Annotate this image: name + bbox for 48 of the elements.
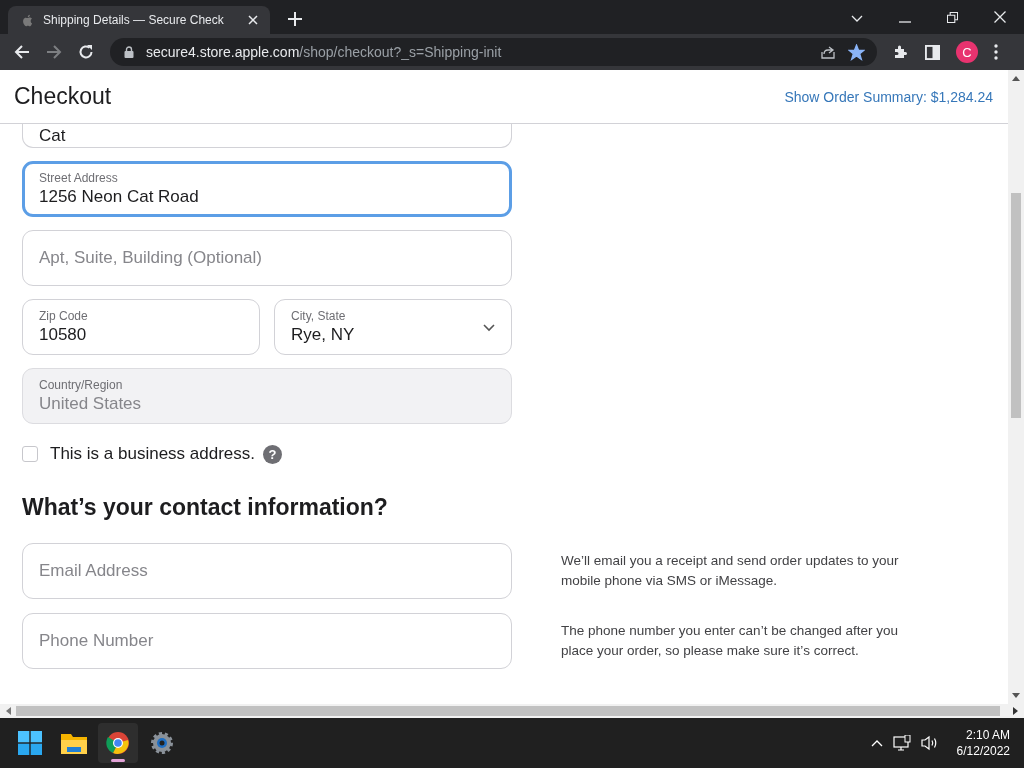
input-field[interactable]: Apt, Suite, Building (Optional) xyxy=(22,230,512,286)
input-field[interactable]: Street Address 1256 Neon Cat Road xyxy=(22,161,512,217)
order-summary-link[interactable]: Show Order Summary: $1,284.24 xyxy=(784,88,993,105)
back-icon[interactable] xyxy=(14,44,30,60)
scroll-left-icon[interactable] xyxy=(6,707,11,715)
profile-avatar[interactable]: C xyxy=(956,41,978,63)
help-button[interactable]: ? xyxy=(263,444,283,464)
input-field[interactable]: Email Address xyxy=(22,543,512,599)
vertical-scrollbar[interactable] xyxy=(1008,70,1024,704)
plus-icon[interactable] xyxy=(288,12,302,26)
scroll-up-icon[interactable] xyxy=(1012,76,1020,81)
scroll-down-icon[interactable] xyxy=(1012,693,1020,698)
browser-tab[interactable]: Shipping Details — Secure Check xyxy=(8,6,270,34)
forward-icon[interactable] xyxy=(46,44,62,60)
section-heading: What’s your contact information? xyxy=(22,494,389,521)
clock-date[interactable]: 6/12/2022 xyxy=(956,743,1010,759)
input-field[interactable]: Phone Number xyxy=(22,613,512,669)
side-panel-icon[interactable] xyxy=(925,44,940,60)
share-icon[interactable] xyxy=(820,44,836,60)
help-text: The phone number you enter can’t be changed after you place your order, so please make sure it’s correct. xyxy=(561,622,899,660)
close-icon[interactable] xyxy=(248,15,258,25)
chevron-up-icon[interactable] xyxy=(870,739,883,747)
checkbox[interactable] xyxy=(22,446,38,462)
tab-title: Shipping Details — Secure Check xyxy=(43,13,225,27)
browser-icon[interactable] xyxy=(98,723,138,763)
puzzle-icon[interactable] xyxy=(893,44,909,60)
network-icon[interactable] xyxy=(892,735,911,751)
lock-icon xyxy=(124,46,134,58)
address-bar[interactable]: secure4.store.apple.com/shop/checkout?_s=Shipping-init xyxy=(110,38,877,66)
apple-icon xyxy=(22,13,33,27)
scrollbar-thumb[interactable] xyxy=(16,706,1000,716)
input-field[interactable]: Zip Code 10580 xyxy=(22,299,260,355)
clock-time[interactable]: 2:10 AM xyxy=(965,727,1010,743)
input-field[interactable]: Cat xyxy=(22,124,512,148)
horizontal-scrollbar[interactable] xyxy=(0,704,1024,718)
scrollbar-thumb[interactable] xyxy=(1011,193,1021,418)
more-icon[interactable] xyxy=(994,44,998,60)
star-icon[interactable] xyxy=(848,43,865,61)
dropdown-field[interactable]: City, State Rye, NY xyxy=(274,299,512,355)
page-title: Checkout xyxy=(14,83,112,110)
chevron-down-icon[interactable] xyxy=(483,324,495,332)
restore-icon[interactable] xyxy=(947,12,958,23)
checkbox-label[interactable]: This is a business address. xyxy=(50,444,256,464)
close-icon[interactable] xyxy=(994,11,1006,23)
reload-icon[interactable] xyxy=(78,44,94,60)
speaker-icon[interactable] xyxy=(920,735,939,751)
help-text: We’ll email you a receipt and send order updates to your mobile phone via SMS or iMessage. xyxy=(561,552,900,590)
scroll-right-icon[interactable] xyxy=(1013,707,1018,715)
